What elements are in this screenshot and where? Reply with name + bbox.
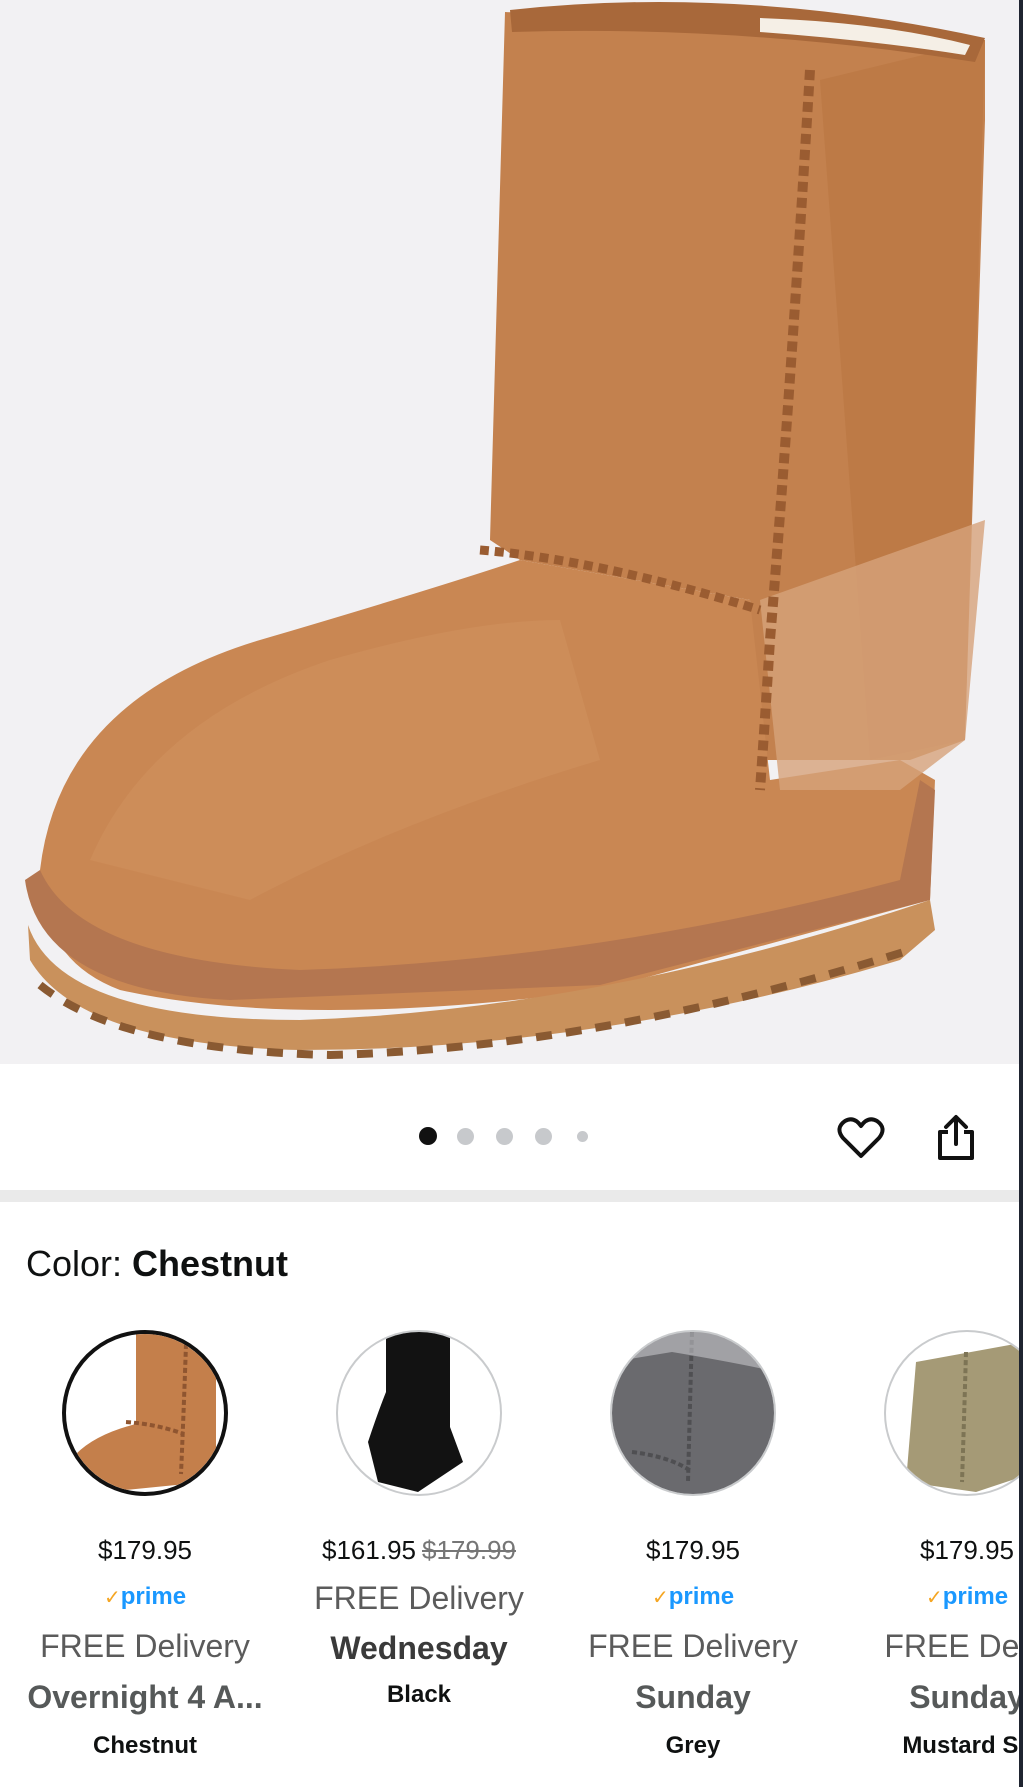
prime-badge: ✓prime — [548, 1582, 838, 1613]
product-image — [25, 1, 985, 1060]
variant-color-name: Mustard Se — [902, 1732, 1019, 1759]
prime-check-icon: ✓ — [103, 1587, 121, 1609]
delivery-day: Sunday — [909, 1679, 1019, 1715]
carousel-dot[interactable] — [457, 1128, 474, 1145]
variant-color-name: Chestnut — [93, 1732, 197, 1759]
variant-current-price: $179.95 — [98, 1535, 192, 1565]
variant-price: $179.95 — [0, 1533, 290, 1567]
selected-color-value: Chestnut — [132, 1243, 289, 1284]
delivery-day: Sunday — [635, 1679, 751, 1715]
delivery-label: FREE Delivery — [588, 1628, 798, 1664]
swatch-thumbnail[interactable] — [62, 1330, 228, 1496]
prime-badge: ✓prime — [0, 1582, 290, 1613]
prime-label: prime — [942, 1583, 1009, 1610]
delivery-day: Overnight 4 A... — [27, 1679, 263, 1715]
delivery-day: Wednesday — [330, 1630, 508, 1666]
boot-thumbnail-mustard-seed — [906, 1343, 1019, 1492]
prime-label: prime — [668, 1583, 735, 1610]
boot-thumbnail-chestnut — [76, 1334, 216, 1492]
carousel-dot[interactable] — [577, 1131, 588, 1142]
favorite-button[interactable] — [835, 1112, 887, 1164]
color-swatch-grey[interactable]: $179.95 ✓prime FREE Delivery Sunday Grey — [548, 1320, 822, 1787]
variant-current-price: $179.95 — [920, 1535, 1014, 1565]
share-button[interactable] — [930, 1112, 982, 1164]
swatch-thumbnail[interactable] — [610, 1330, 776, 1496]
carousel-dot-active[interactable] — [419, 1127, 437, 1145]
variant-color-name: Black — [386, 1681, 452, 1708]
variant-old-price: $179.99 — [422, 1535, 516, 1565]
section-divider — [0, 1190, 1019, 1202]
boot-thumbnail-grey — [612, 1332, 774, 1494]
share-icon — [938, 1115, 974, 1160]
swatch-thumbnail[interactable] — [884, 1330, 1019, 1496]
carousel-dot[interactable] — [496, 1128, 513, 1145]
delivery-label: FREE Delivery — [314, 1580, 524, 1616]
color-selection-label: Color: Chestnut — [26, 1240, 288, 1288]
variant-current-price: $179.95 — [646, 1535, 740, 1565]
prime-badge: ✓prime — [822, 1582, 1019, 1613]
variant-current-price: $161.95 — [322, 1535, 416, 1565]
color-swatch-black[interactable]: $161.95 $179.99 FREE Delivery Wednesday B… — [274, 1320, 548, 1787]
variant-price: $179.95 — [822, 1533, 1019, 1567]
color-swatch-mustard-seed[interactable]: $179.95 ✓prime FREE Deliv Sunday Mustard… — [822, 1320, 1019, 1787]
variant-price: $179.95 — [548, 1533, 838, 1567]
screen-edge — [1019, 0, 1023, 1787]
boot-thumbnail-black — [368, 1332, 463, 1492]
prime-check-icon: ✓ — [925, 1587, 943, 1609]
color-swatch-list[interactable]: $179.95 ✓prime FREE Delivery Overnight 4… — [0, 1320, 1019, 1787]
color-swatch-chestnut[interactable]: $179.95 ✓prime FREE Delivery Overnight 4… — [0, 1320, 274, 1787]
variant-price: $161.95 $179.99 — [274, 1533, 564, 1567]
prime-label: prime — [120, 1583, 187, 1610]
product-image-gallery[interactable] — [0, 0, 1023, 1064]
delivery-label: FREE Deliv — [884, 1628, 1019, 1664]
prime-check-icon: ✓ — [651, 1587, 669, 1609]
heart-icon — [837, 1117, 885, 1158]
variant-color-name: Grey — [665, 1732, 721, 1759]
delivery-label: FREE Delivery — [40, 1628, 250, 1664]
swatch-thumbnail[interactable] — [336, 1330, 502, 1496]
color-label: Color: — [26, 1243, 133, 1284]
carousel-dot[interactable] — [535, 1128, 552, 1145]
